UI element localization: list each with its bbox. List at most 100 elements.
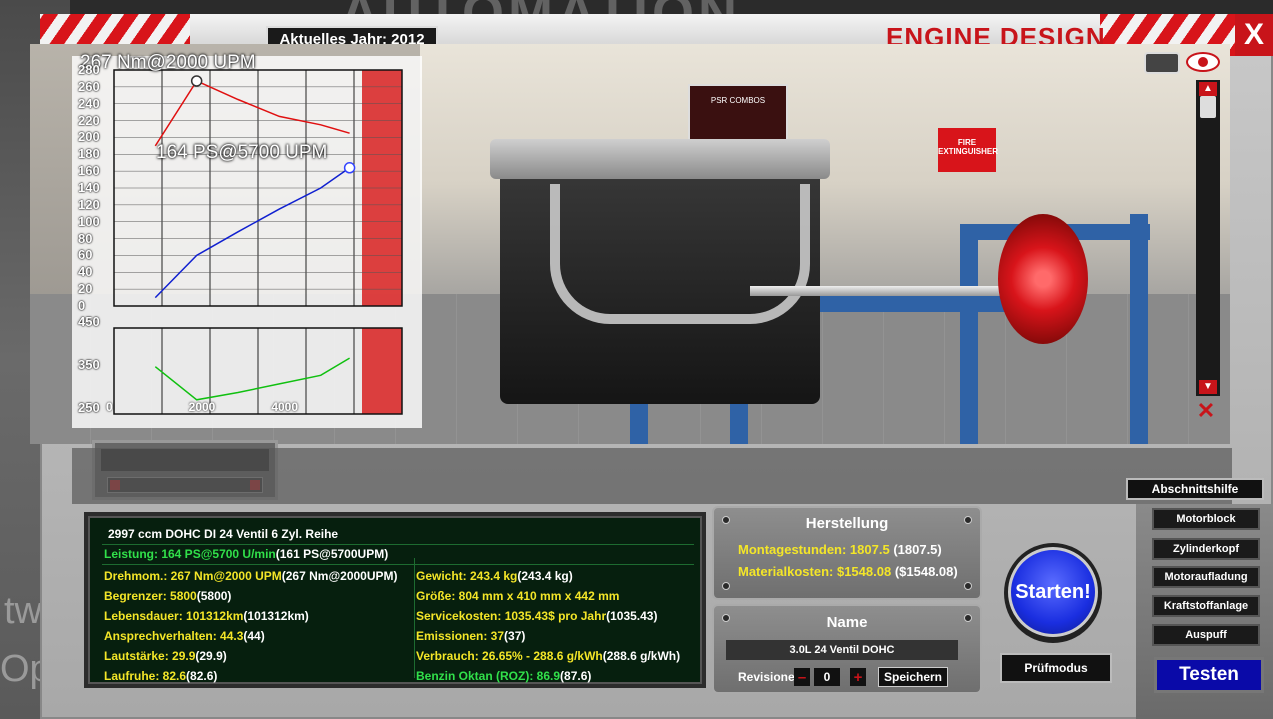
- background-text-1: tw: [4, 590, 42, 632]
- engine-stats-panel: 2997 ccm DOHC DI 24 Ventil 6 Zyl. Reihe …: [84, 512, 706, 688]
- y-tick-label: 100: [78, 213, 100, 229]
- poster-text: PSR COMBOS: [710, 96, 766, 105]
- revisions-label: Revisionen: [738, 670, 803, 684]
- x-tick-label: 2000: [188, 400, 216, 414]
- scroll-down-icon[interactable]: ▼: [1199, 380, 1217, 394]
- stat-size-value: Größe: 804 mm x 410 mm x 442 mm: [416, 589, 620, 603]
- power-peak-label: 164 PS@5700 UPM: [156, 142, 328, 163]
- stat-response-value: Ansprechverhalten: 44.3: [104, 629, 244, 643]
- y-tick-label: 120: [78, 196, 100, 212]
- drive-shaft: [750, 286, 1010, 296]
- stat-service-value: Servicekosten: 1035.43$ pro Jahr: [416, 609, 607, 623]
- stats-header: 2997 ccm DOHC DI 24 Ventil 6 Zyl. Reihe: [108, 527, 339, 541]
- production-title: Herstellung: [805, 515, 889, 532]
- stat-octane: Benzin Oktan (ROZ): 86.9 (87.6): [416, 666, 591, 686]
- nav-motorblock[interactable]: Motorblock: [1152, 508, 1260, 530]
- stat-emissions: Emissionen: 37 (37): [416, 626, 525, 646]
- stat-power: Leistung: 164 PS@5700 U/min (161 PS@5700…: [104, 544, 388, 564]
- stat-lifetime: Lebensdauer: 101312km (101312km): [104, 606, 309, 626]
- view-scrollbar[interactable]: ▲ ▼: [1196, 80, 1220, 396]
- revision-value: 0: [814, 668, 840, 686]
- material-costs-value: Materialkosten: $1548.08: [738, 564, 892, 579]
- save-button[interactable]: Speichern: [878, 667, 948, 687]
- assembly-hours-extra: (1807.5): [889, 542, 942, 557]
- y-tick-label-bottom: 250: [78, 400, 100, 415]
- stat-limiter-value: Begrenzer: 5800: [104, 589, 197, 603]
- power-peak-marker: [343, 162, 356, 174]
- name-title: Name: [826, 614, 868, 631]
- stat-octane-value: Benzin Oktan (ROZ): 86.9: [416, 669, 561, 683]
- production-panel: Herstellung Montagestunden: 1807.5 (1807…: [712, 506, 982, 600]
- nav-motoraufladung[interactable]: Motoraufladung: [1152, 566, 1260, 588]
- revision-minus-button[interactable]: –: [794, 668, 810, 686]
- stat-power-value: Leistung: 164 PS@5700 U/min: [104, 547, 276, 561]
- scroll-thumb[interactable]: [1200, 96, 1216, 118]
- stat-lifetime-value: Lebensdauer: 101312km: [104, 609, 244, 623]
- close-button[interactable]: X: [1235, 14, 1273, 56]
- y-tick-label: 160: [78, 163, 100, 179]
- assembly-hours: Montagestunden: 1807.5 (1807.5): [738, 542, 942, 557]
- stats-divider: [102, 564, 694, 565]
- camera-icon[interactable]: [1144, 52, 1180, 74]
- stat-limiter: Begrenzer: 5800 (5800): [104, 586, 231, 606]
- stat-response-extra: (44): [243, 629, 265, 643]
- stat-torque-value: Drehmom.: 267 Nm@2000 UPM: [104, 569, 282, 583]
- scroll-up-icon[interactable]: ▲: [1199, 82, 1217, 96]
- stat-loudness-value: Lautstärke: 29.9: [104, 649, 196, 663]
- dyno-stand-leg: [1130, 214, 1148, 444]
- revision-plus-button[interactable]: +: [850, 668, 866, 686]
- x-tick-label: 4000: [271, 400, 299, 414]
- stat-service-extra: (1035.43): [606, 609, 658, 623]
- engine-name-field[interactable]: 3.0L 24 Ventil DOHC: [726, 640, 958, 660]
- y-tick-label: 280: [78, 62, 100, 77]
- performance-chart: [72, 56, 422, 428]
- engine-cylinder-head: [490, 139, 830, 179]
- stat-smoothness-extra: (82.6): [186, 669, 218, 683]
- redline-zone-bottom: [362, 328, 402, 414]
- torque-peak-label: 267 Nm@2000 UPM: [80, 52, 256, 73]
- stat-consumption: Verbrauch: 26.65% - 288.6 g/kWh (288.6 g…: [416, 646, 680, 666]
- nav-kraftstoffanlage[interactable]: Kraftstoffanlage: [1152, 595, 1260, 617]
- stat-weight: Gewicht: 243.4 kg (243.4 kg): [416, 566, 573, 586]
- material-costs-extra: ($1548.08): [891, 564, 958, 579]
- dyno-flywheel: [998, 214, 1088, 344]
- y-tick-label-bottom: 350: [78, 357, 100, 372]
- y-tick-label: 260: [78, 78, 100, 94]
- y-tick-label: 20: [78, 281, 93, 297]
- nav-auspuff[interactable]: Auspuff: [1152, 624, 1260, 646]
- stat-response: Ansprechverhalten: 44.3 (44): [104, 626, 265, 646]
- stat-emissions-extra: (37): [504, 629, 526, 643]
- y-tick-label-bottom: 450: [78, 314, 100, 329]
- stat-loudness: Lautstärke: 29.9 (29.9): [104, 646, 227, 666]
- stat-weight-value: Gewicht: 243.4 kg: [416, 569, 518, 583]
- y-tick-label: 240: [78, 95, 100, 111]
- y-tick-label: 200: [78, 129, 100, 145]
- stat-service: Servicekosten: 1035.43$ pro Jahr (1035.4…: [416, 606, 657, 626]
- nav-zylinderkopf[interactable]: Zylinderkopf: [1152, 538, 1260, 560]
- stat-size: Größe: 804 mm x 410 mm x 442 mm: [416, 586, 619, 606]
- stat-consumption-value: Verbrauch: 26.65% - 288.6 g/kWh: [416, 649, 603, 663]
- reset-view-icon[interactable]: ✕: [1188, 398, 1224, 424]
- y-tick-label: 180: [78, 146, 100, 162]
- assembly-hours-value: Montagestunden: 1807.5: [738, 542, 890, 557]
- testen-button[interactable]: Testen: [1154, 657, 1264, 693]
- stat-weight-extra: (243.4 kg): [517, 569, 573, 583]
- material-costs: Materialkosten: $1548.08 ($1548.08): [738, 564, 958, 579]
- stat-smoothness: Laufruhe: 82.6 (82.6): [104, 666, 217, 686]
- stat-torque: Drehmom.: 267 Nm@2000 UPM (267 Nm@2000UP…: [104, 566, 398, 586]
- stat-emissions-value: Emissionen: 37: [416, 629, 505, 643]
- eye-icon[interactable]: [1186, 52, 1220, 72]
- y-tick-label: 60: [78, 247, 93, 263]
- start-button[interactable]: Starten!: [1008, 547, 1098, 637]
- stat-smoothness-value: Laufruhe: 82.6: [104, 669, 187, 683]
- exhaust-headers: [550, 184, 810, 324]
- bottom-strip: [72, 448, 1232, 504]
- stat-loudness-extra: (29.9): [195, 649, 227, 663]
- stat-power-extra: (161 PS@5700UPM): [275, 547, 389, 561]
- stat-octane-extra: (87.6): [560, 669, 592, 683]
- name-panel: Name 3.0L 24 Ventil DOHC Revisionen – 0 …: [712, 604, 982, 694]
- power-curve: [154, 167, 351, 299]
- section-help-button[interactable]: Abschnittshilfe: [1126, 478, 1264, 500]
- test-mode-button[interactable]: Prüfmodus: [1000, 653, 1112, 683]
- fire-extinguisher-sign: FIRE EXTINGUISHER: [938, 128, 998, 172]
